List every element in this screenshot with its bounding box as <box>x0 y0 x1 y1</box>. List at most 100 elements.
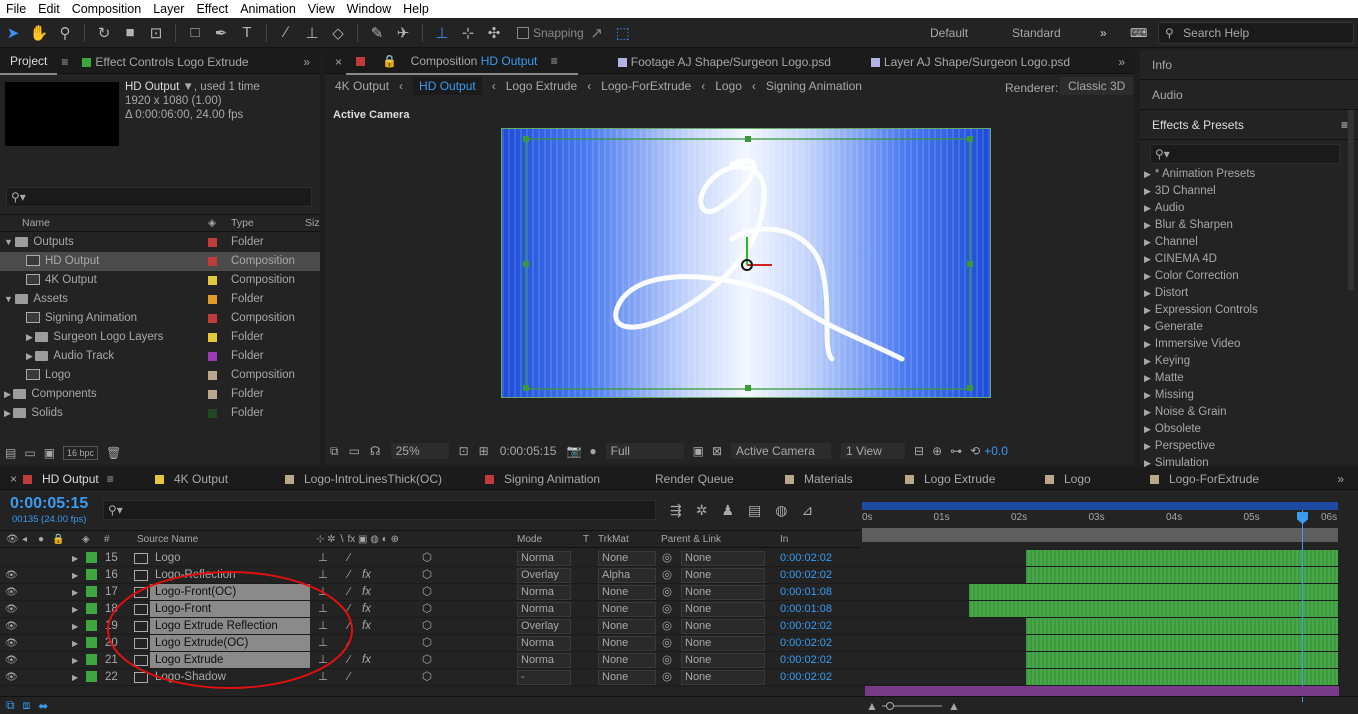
label-color-swatch[interactable] <box>208 257 217 266</box>
breadcrumb-item[interactable]: Logo <box>715 79 742 93</box>
toggle-switches-icon[interactable]: ⧉ <box>6 698 15 713</box>
expand-closed-icon[interactable]: ▶ <box>1144 254 1151 264</box>
project-item[interactable]: 4K Output Composition <box>0 271 320 290</box>
snap-target-icon[interactable]: ⬚ <box>612 22 634 44</box>
effect-category[interactable]: ▶ Blur & Sharpen <box>1140 217 1358 234</box>
zoom-select[interactable]: 25% <box>390 443 449 459</box>
motion-blur-icon[interactable]: ◍ <box>775 502 787 519</box>
expand-open-icon[interactable]: ▼ <box>4 294 15 304</box>
rotation-tool-icon[interactable]: ↻ <box>93 22 115 44</box>
expand-closed-icon[interactable]: ▶ <box>1144 203 1151 213</box>
quality-switch-icon[interactable]: ∕ <box>348 550 350 567</box>
menu-view[interactable]: View <box>302 0 341 18</box>
expand-closed-icon[interactable]: ▶ <box>1144 458 1151 468</box>
more-workspaces-icon[interactable]: » <box>1100 26 1107 40</box>
label-color-swatch[interactable] <box>208 276 217 285</box>
expand-closed-icon[interactable]: ▶ <box>26 332 35 342</box>
resolution-select[interactable]: Full <box>605 443 684 459</box>
expand-closed-icon[interactable]: ▶ <box>72 550 78 567</box>
snap-icon[interactable]: ↗ <box>586 22 608 44</box>
pick-whip-icon[interactable]: ◎ <box>662 652 672 669</box>
label-color-swatch[interactable] <box>208 390 217 399</box>
rectangle-tool-icon[interactable]: □ <box>184 22 206 44</box>
frame-icon[interactable]: ⊡ <box>459 444 469 458</box>
col-type[interactable]: Type <box>231 217 254 229</box>
expand-closed-icon[interactable]: ▶ <box>1144 186 1151 196</box>
always-preview-icon[interactable]: ⧉ <box>330 444 339 459</box>
workspace-standard[interactable]: Standard <box>1012 26 1061 40</box>
effect-category[interactable]: ▶ Matte <box>1140 370 1358 387</box>
effect-category[interactable]: ▶ * Animation Presets <box>1140 166 1358 183</box>
menu-layer[interactable]: Layer <box>147 0 190 18</box>
camera-select[interactable]: Active Camera <box>731 443 832 459</box>
panel-menu-icon[interactable]: ≡ <box>1341 110 1348 140</box>
panel-menu-icon[interactable]: ≡ <box>57 50 72 74</box>
audio-switch-icon[interactable]: ◂ <box>22 534 27 545</box>
expand-closed-icon[interactable]: ▶ <box>1144 305 1151 315</box>
collapse-switch-icon[interactable]: ⊥ <box>318 550 328 567</box>
roto-brush-tool-icon[interactable]: ✎ <box>366 22 388 44</box>
menu-composition[interactable]: Composition <box>66 0 147 18</box>
new-folder-icon[interactable]: ▭ <box>24 446 35 460</box>
audio-panel-header[interactable]: Audio <box>1140 80 1358 110</box>
menu-help[interactable]: Help <box>397 0 435 18</box>
effects-panel-header[interactable]: Effects & Presets ≡ <box>1140 110 1358 140</box>
label-col-icon[interactable]: ◈ <box>208 217 216 229</box>
expand-closed-icon[interactable]: ▶ <box>1144 441 1151 451</box>
eye-icon[interactable]: 👁 <box>5 567 18 584</box>
col-t[interactable]: T <box>583 534 589 545</box>
blend-mode-select[interactable]: Norma <box>517 602 571 617</box>
tab-project[interactable]: Project <box>0 49 58 75</box>
pick-whip-icon[interactable]: ◎ <box>662 584 672 601</box>
zoom-tool-icon[interactable]: ⚲ <box>54 22 76 44</box>
expand-closed-icon[interactable]: ▶ <box>1144 288 1151 298</box>
view-axis-mode-icon[interactable]: ✣ <box>483 22 505 44</box>
project-item[interactable]: HD Output Composition <box>0 252 320 271</box>
expand-closed-icon[interactable]: ▶ <box>1144 424 1151 434</box>
comp-flowchart-icon[interactable]: ⇶ <box>670 502 682 519</box>
effects-search-input[interactable]: ⚲▾ <box>1150 144 1340 164</box>
col-mode[interactable]: Mode <box>517 534 542 545</box>
expand-closed-icon[interactable]: ▶ <box>72 652 78 669</box>
label-color-swatch[interactable] <box>208 295 217 304</box>
label-col-icon[interactable]: ◈ <box>82 534 90 545</box>
toggle-duration-icon[interactable]: ⬌ <box>38 699 48 713</box>
blend-mode-select[interactable]: Norma <box>517 653 571 668</box>
parent-select[interactable]: None <box>681 551 765 566</box>
layer-switches-icons[interactable]: ⊹ ✲ ∖ fx ▣ ◍ ◐ ⊕ <box>316 534 399 545</box>
shy-icon[interactable]: ♟ <box>721 502 734 519</box>
work-area-bar[interactable] <box>862 502 1338 510</box>
current-time[interactable]: 0:00:05:15 <box>10 495 88 513</box>
project-item[interactable]: ▼ Outputs Folder <box>0 233 320 252</box>
puppet-pin-tool-icon[interactable]: ✈ <box>392 22 414 44</box>
layer-search-input[interactable]: ⚲▾ <box>103 500 656 520</box>
col-in[interactable]: In <box>780 534 788 545</box>
col-trkmat[interactable]: TrkMat <box>598 534 629 545</box>
timeline-tab[interactable]: Logo-ForExtrude <box>1150 468 1259 490</box>
expand-closed-icon[interactable]: ▶ <box>1144 237 1151 247</box>
effect-category[interactable]: ▶ Perspective <box>1140 438 1358 455</box>
layer-in-point[interactable]: 0:00:02:02 <box>780 618 832 635</box>
lock-icon[interactable]: 🔒 <box>372 54 407 68</box>
solo-switch-icon[interactable]: ● <box>38 534 44 545</box>
snapshot-icon[interactable]: 📷 <box>566 444 581 458</box>
blend-mode-select[interactable]: Overlay <box>517 568 571 583</box>
parent-select[interactable]: None <box>681 619 765 634</box>
breadcrumb-item[interactable]: Logo-ForExtrude <box>601 79 691 93</box>
video-switch-icon[interactable]: 👁 <box>6 534 19 545</box>
time-ruler[interactable]: 0s 01s 02s 03s 04s 05s 06s <box>862 500 1338 542</box>
layer-label-color[interactable] <box>86 637 97 648</box>
layer-in-point[interactable]: 0:00:02:02 <box>780 567 832 584</box>
blend-mode-select[interactable]: Norma <box>517 636 571 651</box>
local-axis-mode-icon[interactable]: ⊥ <box>431 22 453 44</box>
eye-icon[interactable]: 👁 <box>5 584 18 601</box>
label-color-swatch[interactable] <box>208 409 217 418</box>
project-item[interactable]: Signing Animation Composition <box>0 309 320 328</box>
layer-label-color[interactable] <box>86 586 97 597</box>
track-matte-select[interactable]: None <box>598 551 656 566</box>
view-layout-select[interactable]: 1 View <box>841 443 906 459</box>
draft-3d-icon[interactable]: ✲ <box>696 502 708 519</box>
expand-closed-icon[interactable]: ▶ <box>1144 407 1151 417</box>
pick-whip-icon[interactable]: ◎ <box>662 635 672 652</box>
project-item[interactable]: ▶ Components Folder <box>0 385 320 404</box>
